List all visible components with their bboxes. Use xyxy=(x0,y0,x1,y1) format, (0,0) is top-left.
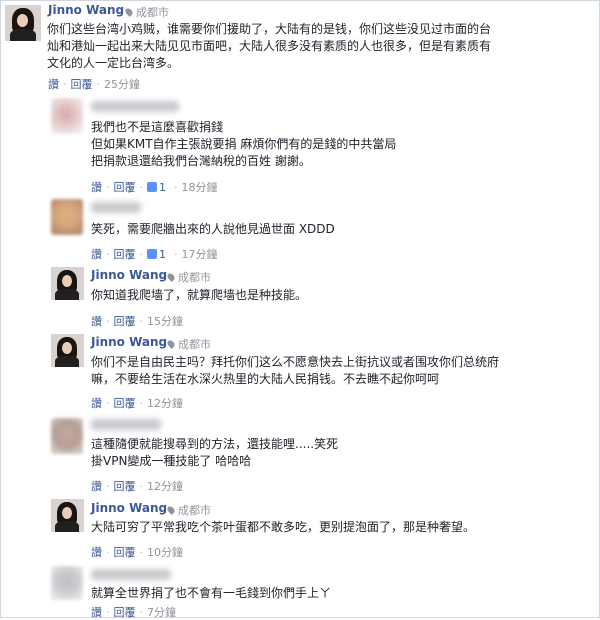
reply-link[interactable]: 回覆 xyxy=(114,179,136,195)
like-count[interactable]: 1 xyxy=(159,181,166,194)
comment-text: 就算全世界捐了也不會有一毛錢到你們手上ㄚ xyxy=(91,586,332,600)
reply-link[interactable]: 回覆 xyxy=(114,544,136,560)
comment-text: 我們也不是這麼喜歡捐錢 但如果KMT自作主張說要捐 麻煩你們有的是錢的中共當局 … xyxy=(91,120,397,168)
comment-author[interactable]: Jinno Wang xyxy=(91,335,167,349)
avatar[interactable] xyxy=(51,334,84,367)
avatar[interactable] xyxy=(51,199,83,235)
like-link[interactable]: 讚 xyxy=(91,544,102,560)
comment-actions: 讚 · 回覆 · 10分鐘 xyxy=(91,544,183,560)
map-pin-icon xyxy=(166,272,176,282)
comment-author[interactable]: Jinno Wang xyxy=(91,501,167,515)
reply-link[interactable]: 回覆 xyxy=(114,395,136,411)
blurred-author-name[interactable] xyxy=(91,202,141,213)
comment-text: 你们这些台湾小鸡贼，谁需要你们援助了，大陆有的是钱，你们这些没见过市面的台 灿和… xyxy=(47,22,492,70)
comment-actions: 讚 · 回覆 · 15分鐘 xyxy=(91,313,183,329)
comment-location: 成都市 xyxy=(166,269,211,285)
comment-actions: 讚 · 回覆 · 12分鐘 xyxy=(91,478,183,494)
blurred-author-name[interactable] xyxy=(91,569,171,580)
comment-time[interactable]: 15分鐘 xyxy=(147,313,183,329)
like-link[interactable]: 讚 xyxy=(91,313,102,329)
reply-link[interactable]: 回覆 xyxy=(114,313,136,329)
avatar[interactable] xyxy=(51,499,84,532)
comment-text: 笑死，需要爬牆出來的人說他見過世面 XDDD xyxy=(91,222,335,236)
comment-text: 你知道我爬墙了，就算爬墙也是种技能。 xyxy=(91,288,308,302)
reply-link[interactable]: 回覆 xyxy=(114,478,136,494)
like-link[interactable]: 讚 xyxy=(91,179,102,195)
comment-location: 成都市 xyxy=(124,4,169,20)
like-count[interactable]: 1 xyxy=(159,248,166,261)
comment-actions: 讚 · 回覆 · 12分鐘 xyxy=(91,395,183,411)
thumbs-up-icon xyxy=(147,249,157,259)
reply-link[interactable]: 回覆 xyxy=(114,246,136,262)
comment-location: 成都市 xyxy=(166,502,211,518)
comment-author[interactable]: Jinno Wang xyxy=(48,3,124,17)
like-link[interactable]: 讚 xyxy=(91,246,102,262)
reply-link[interactable]: 回覆 xyxy=(71,76,93,92)
comment-text: 你们不是自由民主吗？拜托你们这么不愿意快去上街抗议或者围攻你们总统府 嘛，不要给… xyxy=(91,355,500,386)
comment-actions: 讚 · 回覆 · 1 · 18分鐘 xyxy=(91,179,218,195)
comment-time[interactable]: 18分鐘 xyxy=(182,179,218,195)
thumbs-up-icon xyxy=(147,182,157,192)
comment-time[interactable]: 12分鐘 xyxy=(147,395,183,411)
avatar[interactable] xyxy=(51,98,83,134)
comment-text: 這種隨便就能搜尋到的方法，還技能哩.....笑死 掛VPN變成一種技能了 哈哈哈 xyxy=(91,437,339,468)
like-link[interactable]: 讚 xyxy=(91,395,102,411)
comment-time[interactable]: 17分鐘 xyxy=(182,246,218,262)
comment-time[interactable]: 12分鐘 xyxy=(147,478,183,494)
like-link[interactable]: 讚 xyxy=(91,478,102,494)
avatar[interactable] xyxy=(51,418,83,454)
like-link[interactable]: 讚 xyxy=(48,76,59,92)
comment-location: 成都市 xyxy=(166,336,211,352)
comment-time[interactable]: 10分鐘 xyxy=(147,544,183,560)
map-pin-icon xyxy=(166,339,176,349)
comment-time[interactable]: 25分鐘 xyxy=(104,76,140,92)
comment-actions: 讚 · 回覆 · 25分鐘 xyxy=(48,76,140,92)
avatar[interactable] xyxy=(51,267,84,300)
comment-author[interactable]: Jinno Wang xyxy=(91,268,167,282)
blurred-author-name[interactable] xyxy=(91,419,161,430)
comment-actions: 讚 · 回覆 · 1 · 17分鐘 xyxy=(91,246,218,262)
avatar[interactable] xyxy=(5,5,41,41)
map-pin-icon xyxy=(166,505,176,515)
blurred-author-name[interactable] xyxy=(91,101,179,112)
map-pin-icon xyxy=(124,7,134,17)
comment-text: 大陆可穷了平常我吃个茶叶蛋都不敢多吃，更别提泡面了，那是种奢望。 xyxy=(91,520,476,534)
avatar[interactable] xyxy=(51,566,83,600)
